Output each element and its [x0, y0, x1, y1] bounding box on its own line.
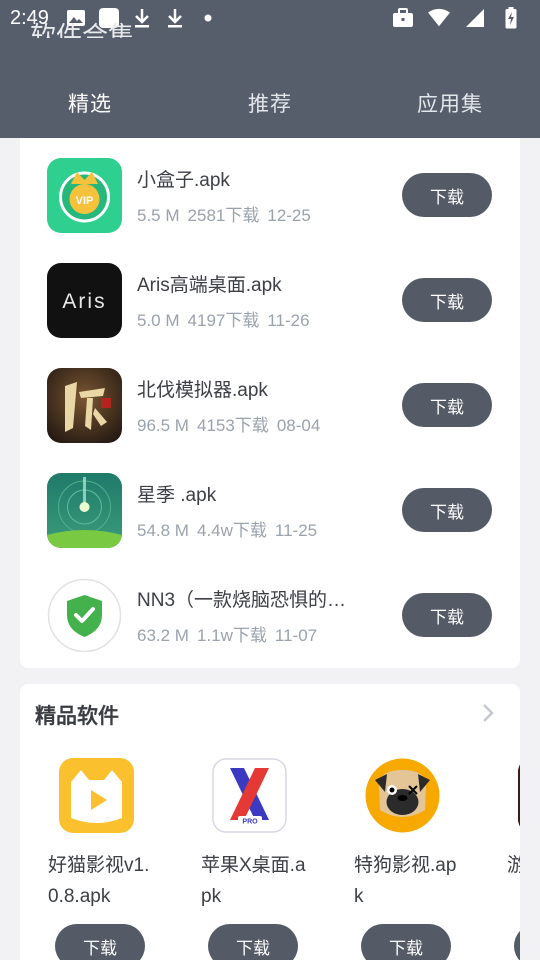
app-list: VIP 小盒子.apk 5.5 M 2581下载 12-25 下载 Aris Ari…	[20, 138, 520, 668]
tab-featured[interactable]: 精选	[0, 68, 180, 138]
app-title: 星季 .apk	[137, 485, 217, 506]
app-meta: 5.0 M 4197下载 11-26	[137, 306, 318, 331]
tab-recommended[interactable]: 推荐	[180, 68, 360, 138]
app-downloads: 4197下载	[187, 311, 260, 330]
app-size: 96.5 M	[137, 416, 189, 435]
svg-text:PRO: PRO	[242, 819, 258, 826]
app-size: 5.0 M	[137, 311, 180, 330]
app-meta: 54.8 M 4.4w下载 11-25	[137, 516, 325, 541]
app-title: NN3（一款烧脑恐惧的…	[137, 590, 347, 611]
x-launcher-icon: PRO	[212, 758, 287, 833]
star-season-icon	[47, 473, 122, 548]
battery-charging-icon	[500, 7, 522, 29]
vip-crown-icon: VIP	[47, 158, 122, 233]
app-meta: 63.2 M 1.1w下载 11-07	[137, 621, 325, 646]
page-title-partial: 软件合集	[30, 22, 135, 38]
download-notification-icon	[131, 7, 153, 29]
app-date: 11-26	[267, 311, 310, 330]
app-size: 5.5 M	[137, 206, 180, 225]
download-button[interactable]: 下载	[402, 593, 492, 637]
app-date: 11-07	[274, 626, 318, 645]
list-item[interactable]: Aris Aris高端桌面.apk 5.0 M 4197下载 11-26 下载	[20, 243, 520, 348]
app-size: 63.2 M	[137, 626, 189, 645]
section-title: 精品软件	[35, 705, 119, 728]
tab-bar: 精选 推荐 应用集	[0, 68, 540, 138]
download-button[interactable]: 下载	[514, 924, 520, 960]
download-button[interactable]: 下载	[208, 924, 298, 960]
download-notification-icon-2	[164, 7, 186, 29]
app-meta: 96.5 M 4153下载 08-04	[137, 411, 328, 436]
featured-item-name: 好猫影视v1.0.8.apk	[48, 855, 150, 907]
featured-section: 精品软件 好猫影视v1.0.8.apk 下载 PRO 苹果X桌面.apk 下载 …	[20, 684, 520, 960]
app-title: 小盒子.apk	[137, 170, 230, 191]
pug-dog-icon	[365, 758, 440, 833]
app-size: 54.8 M	[137, 521, 189, 540]
app-title: Aris高端桌面.apk	[137, 275, 282, 296]
wifi-icon	[428, 7, 450, 29]
beifa-game-icon	[47, 368, 122, 443]
cat-video-icon	[59, 758, 134, 833]
list-item[interactable]: 北伐模拟器.apk 96.5 M 4153下载 08-04 下载	[20, 348, 520, 453]
download-button[interactable]: 下载	[55, 924, 145, 960]
tab-app-collection[interactable]: 应用集	[360, 68, 540, 138]
app-date: 08-04	[276, 416, 321, 435]
app-downloads: 2581下载	[187, 206, 260, 225]
svg-text:VIP: VIP	[76, 195, 94, 207]
featured-item-name: 游跑	[507, 855, 520, 876]
list-item[interactable]: 星季 .apk 54.8 M 4.4w下载 11-25 下载	[20, 453, 520, 558]
shield-check-icon	[47, 578, 122, 653]
chevron-right-icon[interactable]	[480, 702, 496, 724]
list-item[interactable]: VIP 小盒子.apk 5.5 M 2581下载 12-25 下载	[20, 138, 520, 243]
app-downloads: 1.1w下载	[196, 626, 267, 645]
game-icon	[518, 758, 520, 833]
download-button[interactable]: 下载	[402, 383, 492, 427]
app-downloads: 4153下载	[196, 416, 269, 435]
app-title: 北伐模拟器.apk	[137, 380, 268, 401]
signal-icon	[464, 7, 486, 29]
featured-item-name: 苹果X桌面.apk	[201, 855, 306, 907]
svg-text:Aris: Aris	[62, 290, 106, 313]
header: 软件合集 精选 推荐 应用集	[0, 22, 540, 138]
app-date: 11-25	[274, 521, 318, 540]
more-notifications-dot-icon	[197, 7, 219, 29]
work-profile-icon	[392, 7, 414, 29]
aris-logo-icon: Aris	[47, 263, 122, 338]
download-button[interactable]: 下载	[361, 924, 451, 960]
list-item[interactable]: NN3（一款烧脑恐惧的… 63.2 M 1.1w下载 11-07 下载	[20, 558, 520, 663]
app-downloads: 4.4w下载	[196, 521, 267, 540]
featured-item-name: 特狗影视.apk	[354, 855, 457, 907]
download-button[interactable]: 下载	[402, 488, 492, 532]
download-button[interactable]: 下载	[402, 173, 492, 217]
download-button[interactable]: 下载	[402, 278, 492, 322]
app-date: 12-25	[267, 206, 311, 225]
app-meta: 5.5 M 2581下载 12-25	[137, 201, 319, 226]
